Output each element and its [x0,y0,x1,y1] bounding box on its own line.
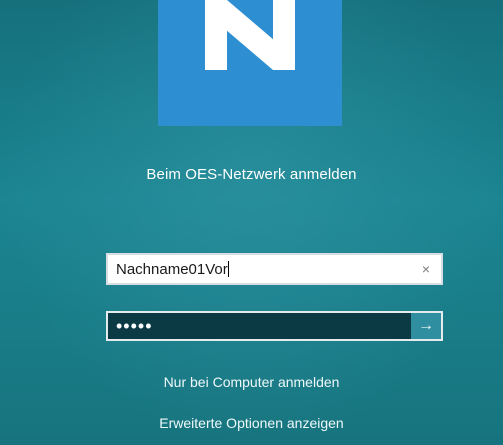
password-value[interactable]: ••••• [108,313,411,339]
n-letter-logo-icon [205,0,295,70]
password-field[interactable]: ••••• → [106,311,443,341]
text-caret [227,260,229,277]
advanced-options-link[interactable]: Erweiterte Optionen anzeigen [0,415,503,431]
login-screen: Beim OES-Netzwerk anmelden Nachname01Vor… [0,0,503,445]
page-title: Beim OES-Netzwerk anmelden [146,166,357,183]
computer-signin-link[interactable]: Nur bei Computer anmelden [0,374,503,390]
username-field[interactable]: Nachname01Vor × [106,253,443,285]
logo-tile [158,0,342,126]
username-value[interactable]: Nachname01Vor [108,260,411,278]
clear-icon[interactable]: × [411,255,441,283]
submit-arrow-icon[interactable]: → [411,313,441,339]
